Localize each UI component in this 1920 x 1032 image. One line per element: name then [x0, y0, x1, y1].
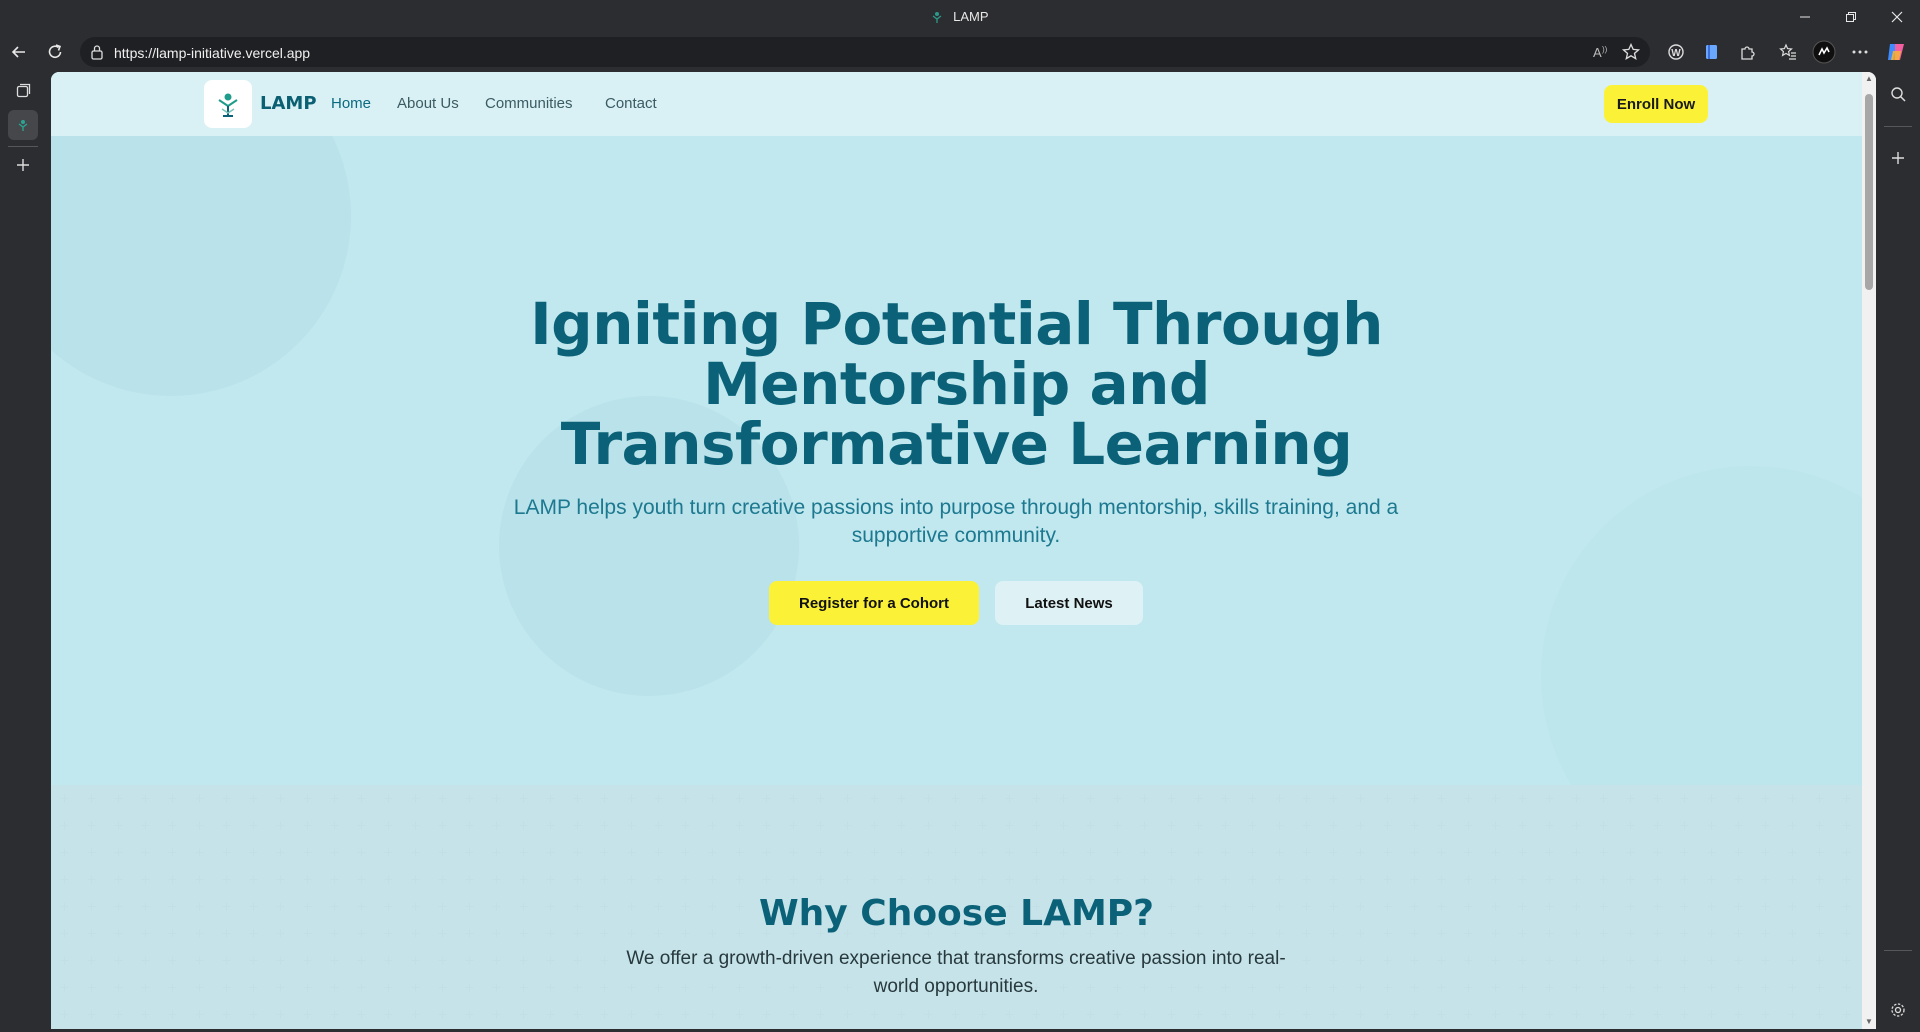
nav-about-us[interactable]: About Us	[397, 95, 459, 112]
page-scrollbar[interactable]: ▲ ▼	[1862, 72, 1876, 1029]
more-menu-icon[interactable]	[1848, 40, 1872, 64]
latest-news-button[interactable]: Latest News	[995, 581, 1143, 625]
decorative-circle	[1541, 466, 1862, 785]
add-sidebar-app-icon[interactable]	[1884, 144, 1912, 172]
window-title-bar: LAMP	[0, 0, 1920, 34]
svg-text:)): ))	[1602, 45, 1608, 54]
site-header: LAMP Home About Us Communities Contact E…	[51, 72, 1862, 136]
register-cohort-button[interactable]: Register for a Cohort	[769, 581, 979, 625]
nav-contact[interactable]: Contact	[605, 95, 657, 112]
hero-subtitle: LAMP helps youth turn creative passions …	[513, 496, 1399, 547]
why-text: We offer a growth-driven experience that…	[626, 948, 1286, 997]
scroll-down-arrow-icon[interactable]: ▼	[1864, 1017, 1874, 1027]
nav-communities[interactable]: Communities	[485, 95, 573, 112]
tab-actions-icon[interactable]	[8, 76, 38, 106]
why-heading: Why Choose LAMP?	[758, 893, 1155, 934]
lamp-favicon-icon	[933, 12, 942, 23]
search-icon[interactable]	[1884, 80, 1912, 108]
sidebar-divider	[1884, 126, 1912, 127]
sidebar-settings-gear-icon[interactable]	[1884, 996, 1912, 1024]
refresh-icon[interactable]	[40, 38, 70, 66]
favorites-icon[interactable]	[1776, 40, 1800, 64]
extension-book-icon[interactable]	[1700, 40, 1724, 64]
svg-text:A: A	[1593, 45, 1602, 60]
url-text[interactable]: https://lamp-initiative.vercel.app	[114, 45, 310, 61]
back-icon[interactable]	[4, 38, 34, 66]
minimize-icon[interactable]	[1782, 0, 1828, 34]
sidebar-bottom-divider	[1884, 950, 1912, 951]
tab-divider	[8, 146, 38, 147]
close-icon[interactable]	[1874, 0, 1920, 34]
lock-icon[interactable]	[90, 44, 104, 60]
web-viewport: LAMP Home About Us Communities Contact E…	[51, 72, 1876, 1029]
hero-section: Igniting Potential Through Mentorship an…	[51, 136, 1862, 785]
address-bar[interactable]: https://lamp-initiative.vercel.app A))	[80, 37, 1650, 67]
lamp-tab-favicon-icon	[18, 120, 28, 131]
brand-name[interactable]: LAMP	[260, 93, 317, 114]
edge-sidebar	[1876, 72, 1920, 1032]
enroll-now-button[interactable]: Enroll Now	[1604, 85, 1708, 123]
favorite-star-icon[interactable]	[1622, 43, 1640, 61]
tab-lamp[interactable]	[8, 110, 38, 140]
copilot-icon[interactable]	[1884, 40, 1908, 64]
browser-toolbar: https://lamp-initiative.vercel.app A)) W	[0, 34, 1920, 70]
svg-text:W: W	[1671, 48, 1681, 59]
lamp-logo-icon	[218, 93, 238, 117]
why-choose-section: Why Choose LAMP? We offer a growth-drive…	[51, 785, 1862, 1029]
lamp-logo[interactable]	[204, 80, 252, 128]
read-aloud-icon[interactable]: A))	[1592, 43, 1610, 61]
scrollbar-thumb[interactable]	[1865, 94, 1873, 290]
lamp-page: LAMP Home About Us Communities Contact E…	[51, 72, 1862, 1029]
window-title: LAMP	[0, 9, 1920, 24]
new-tab-icon[interactable]	[8, 150, 38, 180]
scroll-up-arrow-icon[interactable]: ▲	[1864, 74, 1874, 84]
extensions-puzzle-icon[interactable]	[1736, 40, 1760, 64]
nav-home[interactable]: Home	[331, 95, 371, 112]
vertical-tab-strip	[0, 72, 46, 1032]
extension-w-icon[interactable]: W	[1664, 40, 1688, 64]
profile-avatar-icon[interactable]	[1812, 40, 1836, 64]
hero-title: Igniting Potential Through Mentorship an…	[530, 290, 1383, 478]
restore-icon[interactable]	[1828, 0, 1874, 34]
